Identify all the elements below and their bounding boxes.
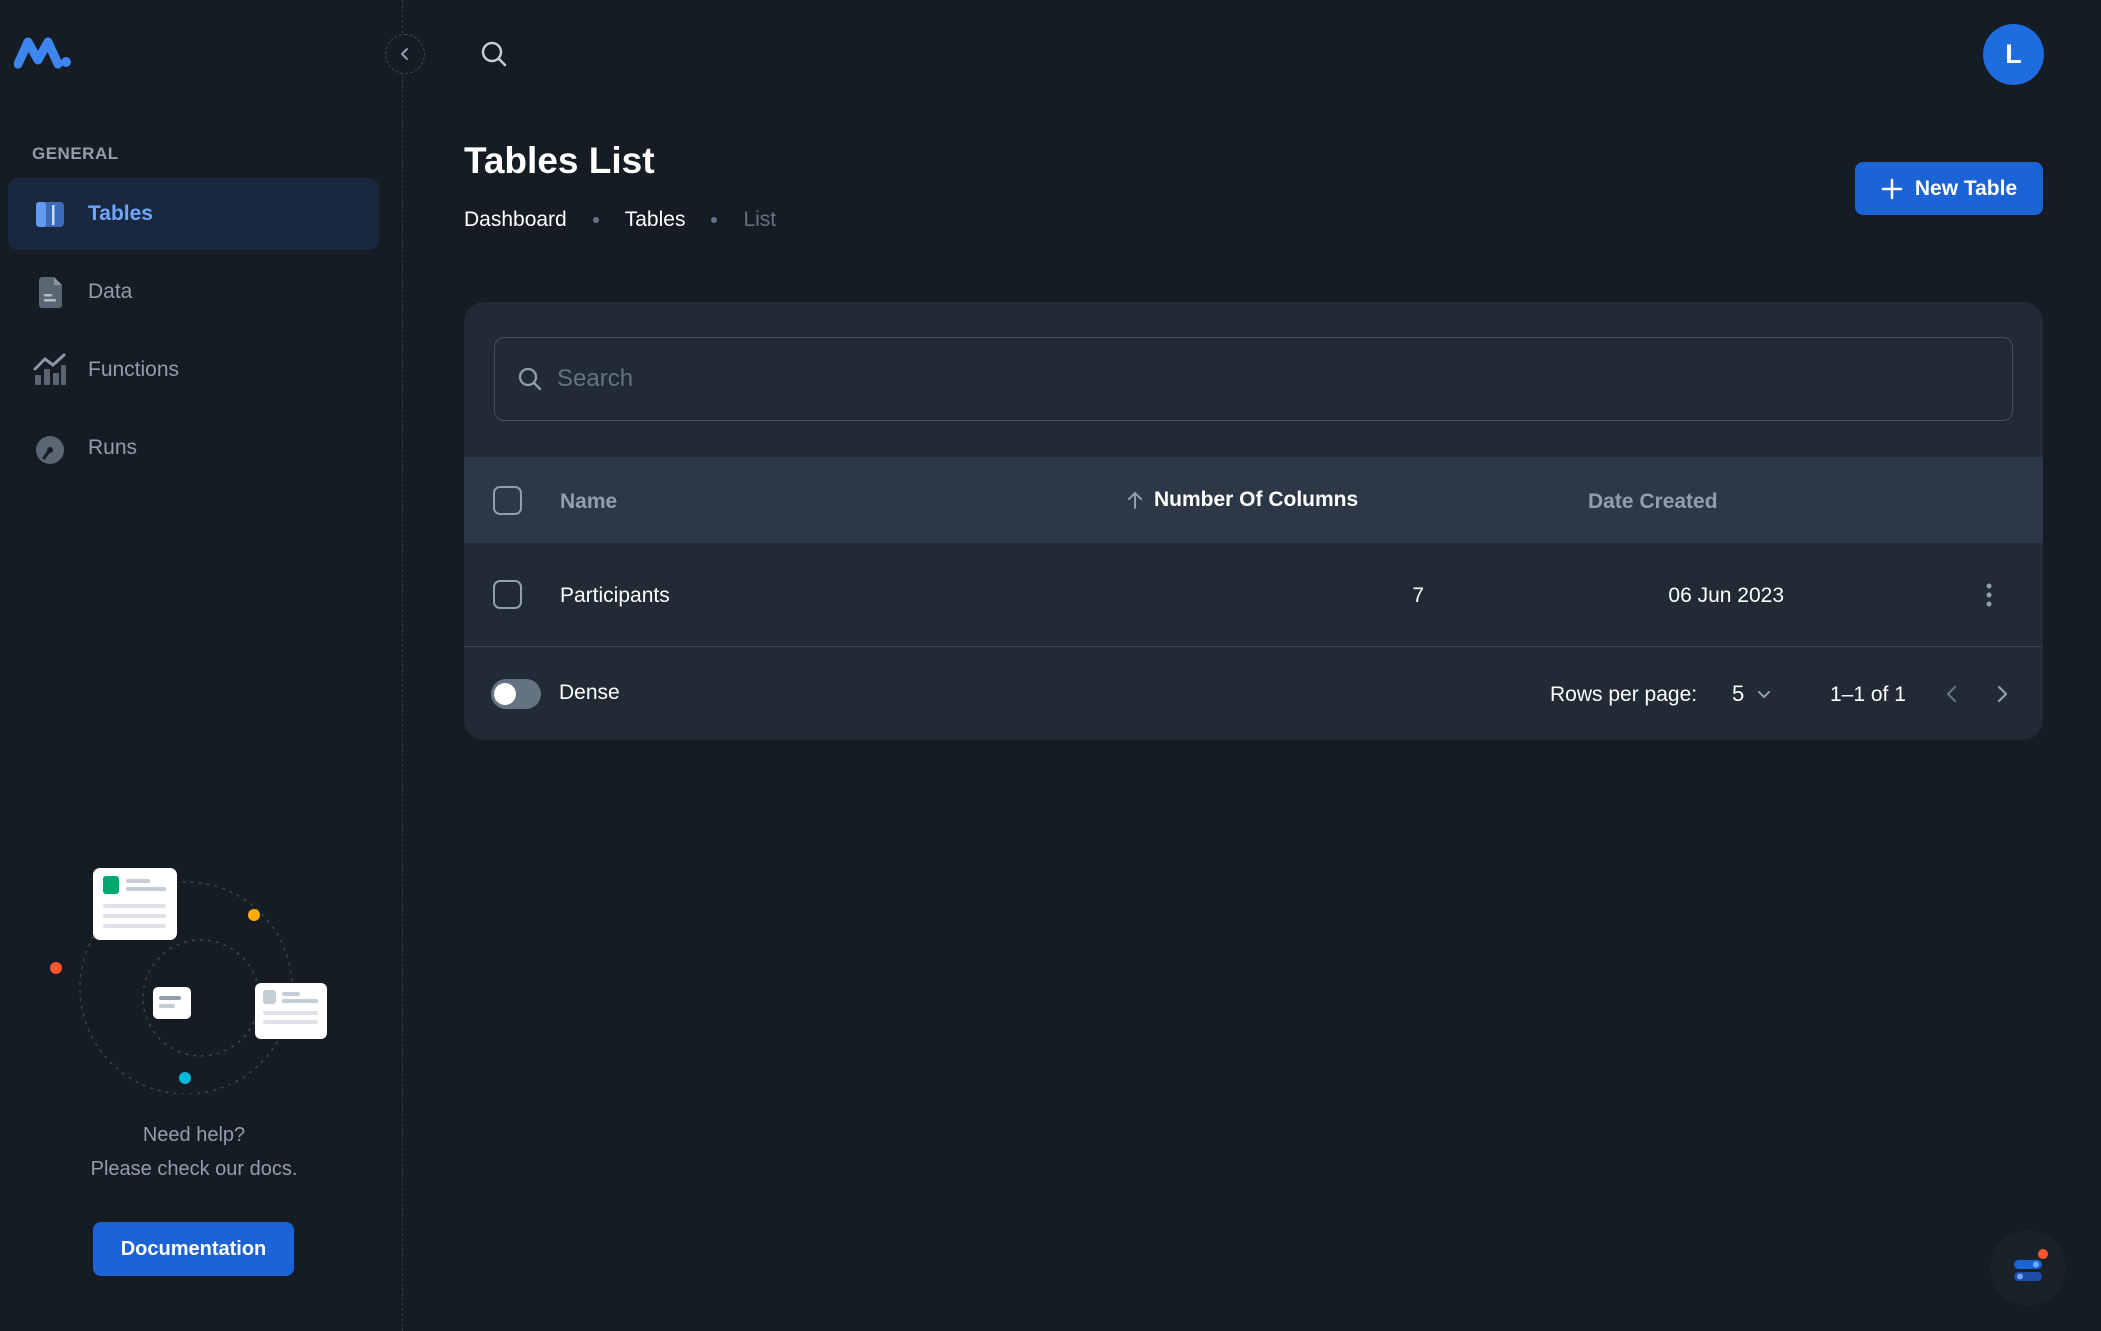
help-illustration xyxy=(36,858,336,1095)
cell-date-created: 06 Jun 2023 xyxy=(1668,584,1784,607)
pagination-range: 1–1 of 1 xyxy=(1830,683,1906,706)
sidebar-item-label: Data xyxy=(88,280,133,303)
breadcrumb: Dashboard Tables List xyxy=(464,208,776,232)
chevron-down-icon xyxy=(1758,691,1771,698)
sidebar: GENERAL Tables Data Functions Runs Need … xyxy=(0,0,403,1331)
select-all-checkbox[interactable] xyxy=(493,486,522,515)
section-label-general: GENERAL xyxy=(32,144,119,163)
collapse-sidebar-button[interactable] xyxy=(385,34,425,74)
global-search-button[interactable] xyxy=(474,34,514,74)
rows-per-page-value: 5 xyxy=(1732,681,1745,706)
help-subtitle: Please check our docs. xyxy=(90,1158,298,1180)
row-actions-button[interactable] xyxy=(1972,575,2006,615)
breadcrumb-list: List xyxy=(743,208,777,231)
table-header: Name Number Of Columns Date Created xyxy=(464,457,2043,543)
folder-icon xyxy=(32,196,68,232)
arrow-up-icon xyxy=(1128,492,1142,509)
sidebar-item-functions[interactable]: Functions xyxy=(8,334,379,406)
row-checkbox[interactable] xyxy=(493,580,522,609)
column-header-number-of-columns[interactable]: Number Of Columns xyxy=(1124,488,1358,512)
next-page-button[interactable] xyxy=(1985,677,2019,711)
avatar[interactable]: L xyxy=(1983,24,2044,85)
chevron-right-icon xyxy=(1997,685,2008,703)
chevron-left-icon xyxy=(401,48,408,60)
breadcrumb-dashboard[interactable]: Dashboard xyxy=(464,208,567,232)
chevron-left-icon xyxy=(1946,685,1957,703)
new-table-label: New Table xyxy=(1914,176,2018,200)
cell-number-of-columns: 7 xyxy=(1412,584,1424,607)
column-header-date-created[interactable]: Date Created xyxy=(1588,490,1718,514)
settings-toggle-icon xyxy=(2014,1249,2048,1281)
sidebar-item-data[interactable]: Data xyxy=(8,256,379,328)
rows-per-page-select[interactable]: 5 xyxy=(1732,677,1772,711)
sidebar-nav: Tables Data Functions Runs xyxy=(8,178,379,490)
tables-card: Name Number Of Columns Date Created Part… xyxy=(464,302,2043,740)
breadcrumb-separator xyxy=(592,217,599,223)
chart-icon xyxy=(32,352,68,388)
documentation-button[interactable]: Documentation xyxy=(93,1222,294,1276)
plus-icon xyxy=(1881,178,1903,199)
more-vertical-icon xyxy=(1986,583,1992,607)
page-title: Tables List xyxy=(464,140,655,181)
breadcrumb-tables[interactable]: Tables xyxy=(625,208,686,232)
search-icon xyxy=(481,41,507,67)
table-search-field[interactable] xyxy=(494,337,2013,421)
help-title: Need help? xyxy=(142,1124,246,1146)
previous-page-button[interactable] xyxy=(1935,677,1969,711)
sidebar-item-label: Tables xyxy=(88,202,153,225)
sidebar-item-label: Runs xyxy=(88,436,138,459)
speedometer-icon xyxy=(32,430,68,466)
table-row[interactable]: Participants 7 06 Jun 2023 xyxy=(464,543,2043,647)
sidebar-item-runs[interactable]: Runs xyxy=(8,412,379,484)
breadcrumb-separator xyxy=(711,217,718,223)
rows-per-page-label: Rows per page: xyxy=(1550,683,1698,706)
column-header-name[interactable]: Name xyxy=(560,490,617,514)
column-header-label: Number Of Columns xyxy=(1154,488,1359,511)
search-input[interactable] xyxy=(557,365,1957,393)
dense-toggle[interactable] xyxy=(491,679,541,709)
settings-fab[interactable] xyxy=(1990,1230,2066,1306)
sidebar-item-tables[interactable]: Tables xyxy=(8,178,379,250)
sidebar-item-label: Functions xyxy=(88,358,180,381)
dense-label: Dense xyxy=(559,681,620,704)
search-icon xyxy=(518,367,542,391)
document-icon xyxy=(32,274,68,310)
table-footer: Dense Rows per page: 5 1–1 of 1 xyxy=(464,647,2043,740)
app-logo[interactable] xyxy=(13,34,74,70)
toggle-knob xyxy=(494,683,516,705)
cell-name: Participants xyxy=(560,584,670,607)
new-table-button[interactable]: New Table xyxy=(1855,162,2043,215)
